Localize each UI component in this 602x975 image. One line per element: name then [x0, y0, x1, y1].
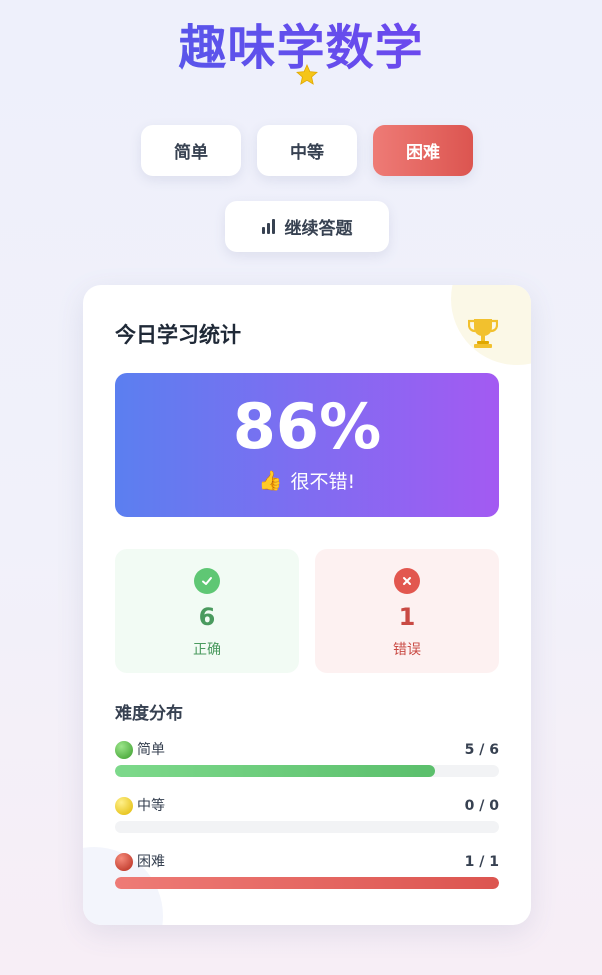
- score-message: 👍 很不错!: [115, 467, 499, 494]
- score-panel: 86% 👍 很不错!: [115, 373, 499, 517]
- correct-label: 正确: [193, 642, 221, 658]
- wrong-count: 1: [398, 603, 416, 631]
- difficulty-medium-button[interactable]: 中等: [257, 125, 357, 176]
- distribution-row-easy: 简单 5 / 6: [115, 741, 499, 791]
- difficulty-hard-button[interactable]: 困难: [373, 125, 473, 176]
- distribution-name: 简单: [137, 742, 165, 758]
- stats-card-title: 今日学习统计: [115, 323, 241, 347]
- red-circle-icon: [115, 853, 133, 871]
- trophy-icon: [468, 319, 498, 348]
- progress-fill: [115, 877, 499, 889]
- distribution-name: 困难: [137, 854, 165, 870]
- check-icon: [194, 568, 220, 594]
- stats-card: 今日学习统计 86% 👍 很不错! 6 正确 1 错误 难度分布 简单 5 / …: [83, 285, 531, 925]
- progress-fill: [115, 765, 435, 777]
- correct-count: 6: [198, 603, 216, 631]
- green-circle-icon: [115, 741, 133, 759]
- thumbs-up-icon: 👍: [258, 470, 283, 492]
- distribution-count: 0 / 0: [464, 798, 499, 814]
- wrong-stat: 1 错误: [315, 549, 499, 673]
- progress-track: [115, 821, 499, 833]
- progress-track: [115, 877, 499, 889]
- distribution-title: 难度分布: [115, 704, 183, 724]
- bar-chart-icon: [261, 219, 275, 234]
- distribution-row-medium: 中等 0 / 0: [115, 797, 499, 847]
- yellow-circle-icon: [115, 797, 133, 815]
- distribution-row-hard: 困难 1 / 1: [115, 853, 499, 903]
- cross-icon: [394, 568, 420, 594]
- correct-stat: 6 正确: [115, 549, 299, 673]
- distribution-name: 中等: [137, 798, 165, 814]
- continue-button-label: 继续答题: [284, 219, 353, 239]
- distribution-count: 1 / 1: [464, 854, 499, 870]
- distribution-count: 5 / 6: [464, 742, 499, 758]
- wrong-label: 错误: [393, 642, 421, 658]
- score-message-text: 很不错!: [290, 471, 356, 493]
- accuracy-percentage: 86%: [232, 390, 382, 463]
- difficulty-easy-button[interactable]: 简单: [141, 125, 241, 176]
- star-icon: [296, 64, 318, 85]
- continue-button[interactable]: 继续答题: [225, 201, 389, 252]
- progress-track: [115, 765, 499, 777]
